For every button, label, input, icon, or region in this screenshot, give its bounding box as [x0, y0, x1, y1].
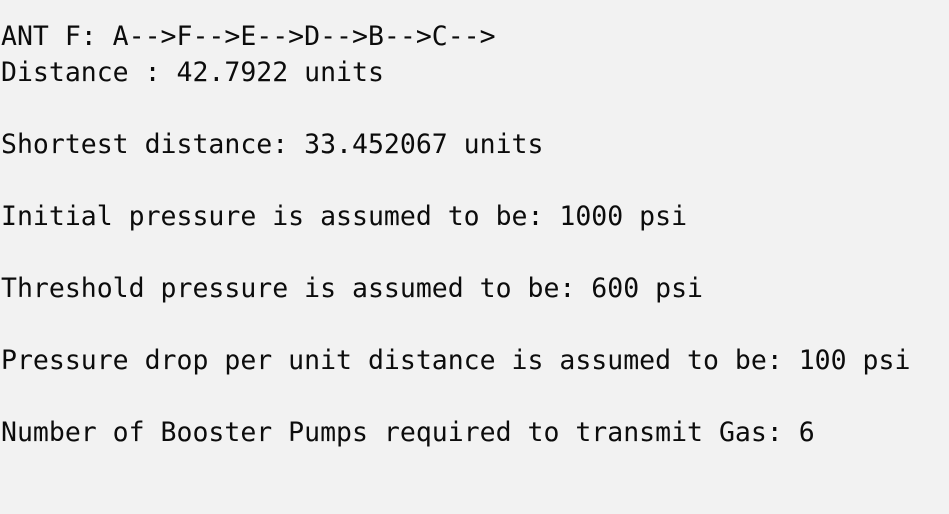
console-output: ANT F: A-->F-->E-->D-->B-->C--> Distance… — [1, 19, 947, 451]
distance-line: Distance : 42.7922 units — [1, 57, 384, 88]
initial-pressure-line: Initial pressure is assumed to be: 1000 … — [1, 201, 688, 232]
pressure-drop-line: Pressure drop per unit distance is assum… — [1, 345, 911, 376]
shortest-distance-line: Shortest distance: 33.452067 units — [1, 129, 544, 160]
ant-route-line: ANT F: A-->F-->E-->D-->B-->C--> — [1, 21, 496, 52]
threshold-pressure-line: Threshold pressure is assumed to be: 600… — [1, 273, 703, 304]
booster-pumps-line: Number of Booster Pumps required to tran… — [1, 417, 815, 448]
